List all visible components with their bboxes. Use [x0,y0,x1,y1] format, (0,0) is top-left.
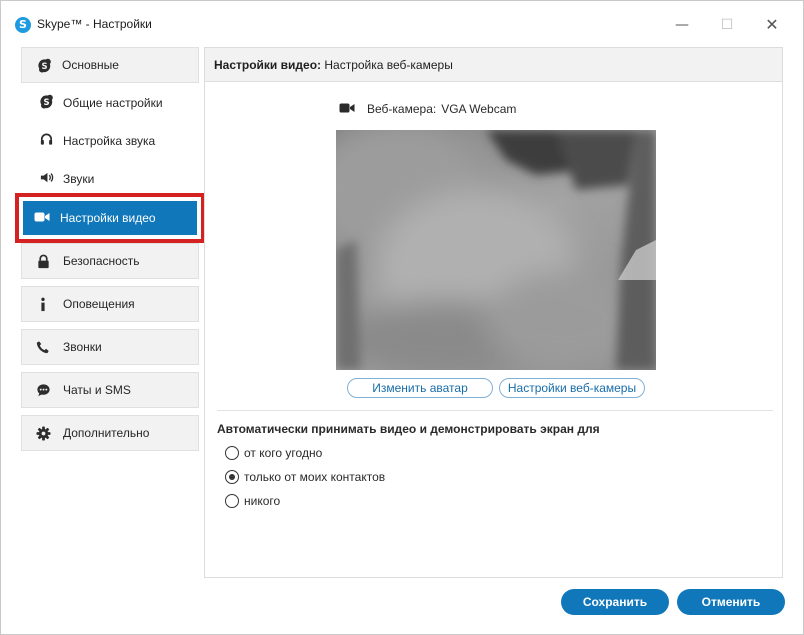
sidebar-item-video-settings[interactable]: Настройки видео [23,201,197,235]
sidebar-item-general-settings[interactable]: S Общие настройки [21,84,199,122]
sidebar-item-general[interactable]: S Основные [21,47,199,83]
sidebar-item-label: Оповещения [63,297,135,311]
video-camera-icon [34,211,50,226]
radio-button-selected[interactable] [225,470,239,484]
radio-button[interactable] [225,446,239,460]
video-camera-icon [339,102,355,116]
webcam-row: Веб-камера: VGA Webcam [339,102,516,116]
sidebar-item-label: Безопасность [63,254,140,268]
radio-label: только от моих контактов [244,470,386,484]
sidebar-item-label: Дополнительно [63,426,150,440]
skype-icon: S [36,57,52,73]
panel-header-subtitle: Настройка веб-камеры [324,58,453,72]
phone-icon [35,339,51,355]
skype-icon: S [39,94,54,112]
sidebar-item-audio-settings[interactable]: Настройка звука [21,122,199,160]
sidebar-item-label: Звуки [63,172,95,186]
radio-button[interactable] [225,494,239,508]
panel-header: Настройки видео: Настройка веб-камеры [205,48,782,82]
webcam-preview [336,130,656,370]
close-button[interactable]: ✕ [749,11,795,39]
webcam-label: Веб-камера: [367,102,437,116]
title-bar: S Skype™ - Настройки — ☐ ✕ [1,1,803,45]
sidebar-item-calls[interactable]: Звонки [21,329,199,365]
radio-anyone[interactable]: от кого угодно [225,446,322,460]
radio-contacts-only[interactable]: только от моих контактов [225,470,385,484]
settings-window: S Skype™ - Настройки — ☐ ✕ S Основные S … [0,0,804,635]
sidebar-item-notifications[interactable]: Оповещения [21,286,199,322]
radio-label: никого [244,494,281,508]
speaker-icon [39,170,54,188]
sidebar-item-label: Чаты и SMS [63,383,131,397]
radio-nobody[interactable]: никого [225,494,280,508]
sidebar-item-advanced[interactable]: Дополнительно [21,415,199,451]
minimize-button[interactable]: — [659,11,705,39]
webcam-name: VGA Webcam [441,102,517,116]
headset-icon [39,132,54,150]
sidebar-item-security[interactable]: Безопасность [21,243,199,279]
svg-text:S: S [43,97,49,107]
window-title: Skype™ - Настройки [37,17,152,31]
chat-icon [35,382,51,398]
info-icon [35,296,51,312]
video-settings-panel: Настройки видео: Настройка веб-камеры Ве… [204,47,783,578]
skype-app-icon: S [15,17,31,33]
save-button[interactable]: Сохранить [561,589,669,615]
gear-icon [35,425,51,441]
sidebar-item-chats-sms[interactable]: Чаты и SMS [21,372,199,408]
sidebar-item-label: Основные [62,58,119,72]
sidebar-item-label: Настройка звука [63,134,156,148]
sidebar-item-label: Общие настройки [63,96,163,110]
webcam-settings-button[interactable]: Настройки веб-камеры [499,378,645,398]
change-avatar-button[interactable]: Изменить аватар [347,378,493,398]
panel-header-title: Настройки видео: [214,58,322,72]
auto-accept-title: Автоматически принимать видео и демонстр… [217,422,600,436]
cancel-button[interactable]: Отменить [677,589,785,615]
sidebar-item-label: Настройки видео [60,211,156,225]
lock-icon [35,253,51,269]
highlight-frame: Настройки видео [15,193,205,243]
sidebar-item-label: Звонки [63,340,102,354]
divider [217,410,773,411]
radio-label: от кого угодно [244,446,323,460]
maximize-button[interactable]: ☐ [704,11,750,39]
svg-text:S: S [41,60,47,70]
